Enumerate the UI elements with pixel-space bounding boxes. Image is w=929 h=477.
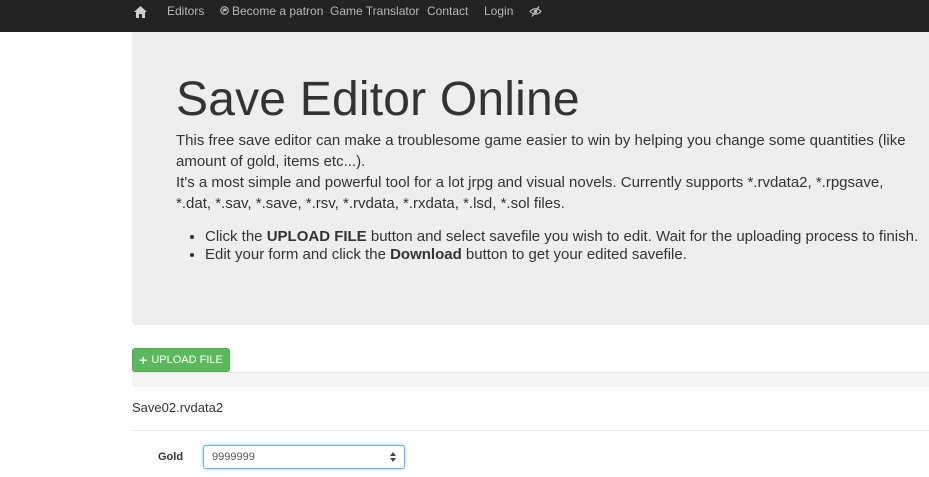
nav-editors-label: Editors [167, 4, 205, 18]
instructions-list: Click the UPLOAD FILE button and select … [176, 228, 929, 264]
upload-file-button[interactable]: + UPLOAD FILE [132, 348, 230, 372]
instruction-text: Click the [205, 228, 267, 245]
plus-icon: + [139, 352, 148, 368]
spinner-arrows-icon[interactable] [388, 449, 398, 465]
eye-slash-icon[interactable] [529, 0, 542, 22]
instruction-item: Edit your form and click the Download bu… [205, 246, 929, 264]
instruction-text: button and select savefile you wish to e… [366, 228, 919, 245]
instruction-bold: UPLOAD FILE [266, 228, 367, 245]
nav-login[interactable]: Login [484, 0, 513, 22]
gold-number-input[interactable]: 9999999 [203, 445, 405, 469]
nav-contact-label: Contact [427, 4, 469, 18]
gold-label: Gold [158, 451, 184, 463]
intro-line-2: It's a most simple and powerful tool for… [176, 174, 884, 212]
divider [132, 430, 929, 431]
nav-contact[interactable]: Contact [427, 0, 468, 22]
instruction-item: Click the UPLOAD FILE button and select … [205, 228, 929, 246]
upload-file-label: UPLOAD FILE [151, 354, 223, 366]
patreon-icon [220, 0, 229, 22]
intro-text: This free save editor can make a trouble… [176, 130, 906, 214]
nav-become-patron-label: Become a patron [232, 4, 324, 18]
instruction-text: button to get your edited savefile. [461, 246, 687, 263]
nav-become-patron[interactable]: Become a patron [220, 0, 323, 22]
nav-login-label: Login [484, 4, 514, 18]
nav-game-translator[interactable]: Game Translator [330, 0, 419, 22]
nav-game-translator-label: Game Translator [330, 4, 420, 18]
intro-line-1: This free save editor can make a trouble… [176, 132, 906, 170]
gold-value[interactable]: 9999999 [212, 451, 388, 463]
nav-editors[interactable]: Editors [167, 0, 204, 22]
page-title: Save Editor Online [176, 73, 580, 126]
upload-toolbar [132, 372, 929, 387]
instruction-text: Edit your form and click the [205, 246, 391, 263]
file-name: Save02.rvdata2 [132, 400, 224, 415]
instruction-bold: Download [390, 246, 462, 263]
top-navbar: Editors Become a patron Game Translator … [0, 0, 929, 32]
home-icon[interactable] [132, 4, 148, 20]
